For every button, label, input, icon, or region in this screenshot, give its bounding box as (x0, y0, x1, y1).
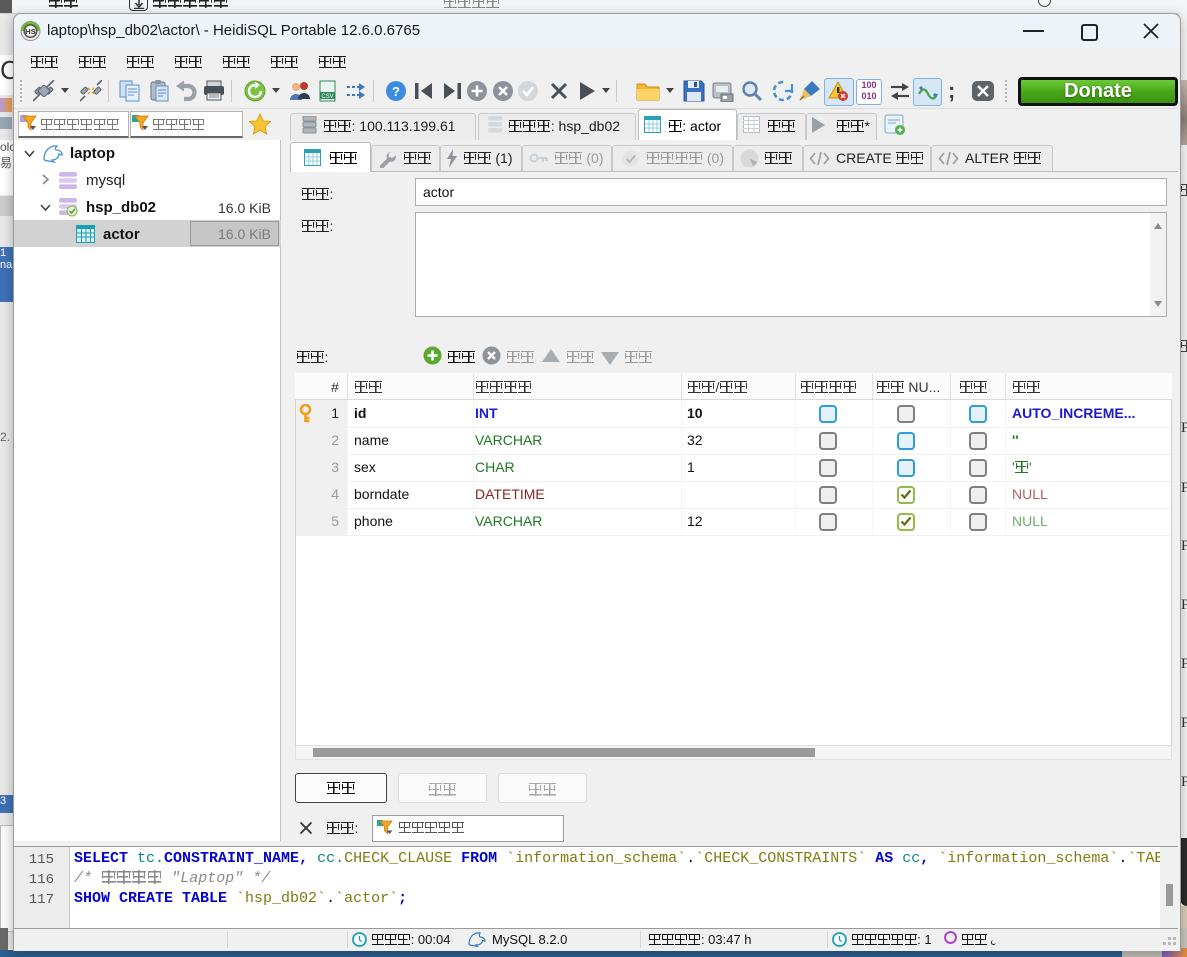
svg-text:HS: HS (25, 27, 35, 36)
svg-text:CSV: CSV (321, 94, 333, 100)
svg-text:?: ? (392, 84, 400, 99)
